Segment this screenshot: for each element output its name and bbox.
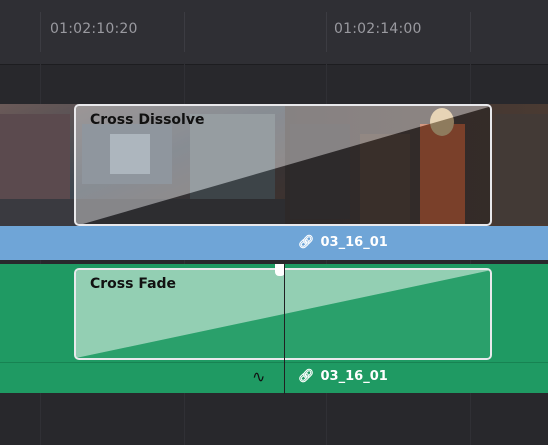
video-clip-bar[interactable]: 🔗︎ 03_16_01 — [0, 226, 548, 260]
cross-dissolve-transition[interactable]: Cross Dissolve — [74, 104, 492, 226]
timecode-label: 01:02:14:00 — [334, 21, 422, 37]
ruler-tick — [326, 12, 327, 52]
audio-clip-bar[interactable]: ∿ 🔗︎ 03_16_01 — [0, 362, 548, 393]
fade-curve-icon[interactable]: ∿ — [252, 367, 265, 386]
link-icon: 🔗︎ — [298, 369, 315, 384]
transition-label: Cross Dissolve — [90, 112, 205, 128]
link-icon: 🔗︎ — [298, 235, 315, 250]
transition-label: Cross Fade — [90, 276, 177, 292]
video-clip-name: 🔗︎ 03_16_01 — [298, 235, 388, 250]
edit-point-line — [284, 264, 285, 394]
timeline-editor: 01:02:10:20 01:02:14:00 🔗︎ 03_16_01 Cros… — [0, 0, 548, 445]
ruler-tick — [40, 12, 41, 52]
audio-clip-label: 03_16_01 — [320, 369, 388, 384]
ruler-tick — [470, 12, 471, 52]
audio-clip-name: 🔗︎ 03_16_01 — [298, 369, 388, 384]
video-clip-label: 03_16_01 — [320, 235, 388, 250]
ruler-tick — [184, 12, 185, 52]
timecode-ruler[interactable]: 01:02:10:20 01:02:14:00 — [0, 0, 548, 65]
cross-fade-transition[interactable]: Cross Fade — [74, 268, 492, 360]
timecode-label: 01:02:10:20 — [50, 21, 138, 37]
